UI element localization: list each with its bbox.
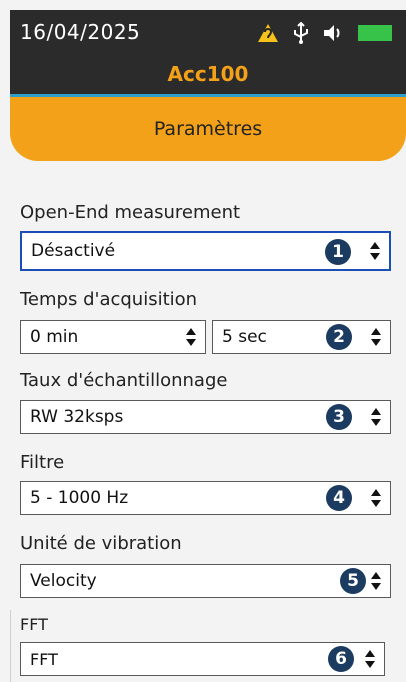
select-arrows-icon [365, 650, 375, 668]
fft-value: FFT [30, 649, 58, 669]
filter-select[interactable]: 5 - 1000 Hz 4 [20, 481, 391, 515]
status-icons [256, 21, 396, 45]
acq-time-sec-select[interactable]: 5 sec 2 [212, 320, 391, 354]
fft-select[interactable]: FFT 6 [20, 642, 385, 676]
callout-badge-5: 5 [340, 568, 366, 594]
fft-label: FFT [20, 615, 48, 634]
open-end-value: Désactivé [31, 241, 116, 261]
status-bar: 16/04/2025 Acc100 [10, 10, 406, 96]
left-edge-line [10, 610, 11, 682]
select-arrows-icon [370, 242, 380, 260]
sampling-select[interactable]: RW 32ksps 3 [20, 400, 391, 434]
speaker-icon [322, 22, 344, 44]
acq-time-sec-value: 5 sec [222, 327, 267, 347]
device-name: Acc100 [167, 62, 249, 86]
open-end-select[interactable]: Désactivé 1 [20, 231, 391, 271]
page-title: Paramètres [10, 97, 406, 161]
vib-unit-select[interactable]: Velocity 5 [20, 564, 391, 598]
select-arrows-icon [371, 408, 381, 426]
select-arrows-icon [186, 328, 196, 346]
vib-unit-value: Velocity [30, 571, 97, 591]
vib-unit-label: Unité de vibration [20, 533, 182, 554]
select-arrows-icon [371, 489, 381, 507]
sampling-label: Taux d'échantillonnage [20, 370, 228, 391]
acq-time-label: Temps d'acquisition [20, 289, 198, 310]
battery-icon [354, 21, 396, 45]
callout-badge-4: 4 [326, 485, 352, 511]
usb-icon [292, 22, 310, 44]
date-label: 16/04/2025 [20, 20, 141, 44]
open-end-label: Open-End measurement [20, 202, 241, 223]
hearing-warning-icon [256, 22, 280, 44]
filter-value: 5 - 1000 Hz [30, 488, 129, 508]
callout-badge-1: 1 [325, 239, 351, 265]
select-arrows-icon [371, 328, 381, 346]
callout-badge-3: 3 [326, 404, 352, 430]
acq-time-min-value: 0 min [30, 327, 79, 347]
callout-badge-2: 2 [326, 324, 352, 350]
acq-time-min-select[interactable]: 0 min [20, 320, 206, 354]
filter-label: Filtre [20, 452, 65, 473]
sampling-value: RW 32ksps [30, 407, 124, 427]
select-arrows-icon [371, 572, 381, 590]
callout-badge-6: 6 [328, 646, 354, 672]
